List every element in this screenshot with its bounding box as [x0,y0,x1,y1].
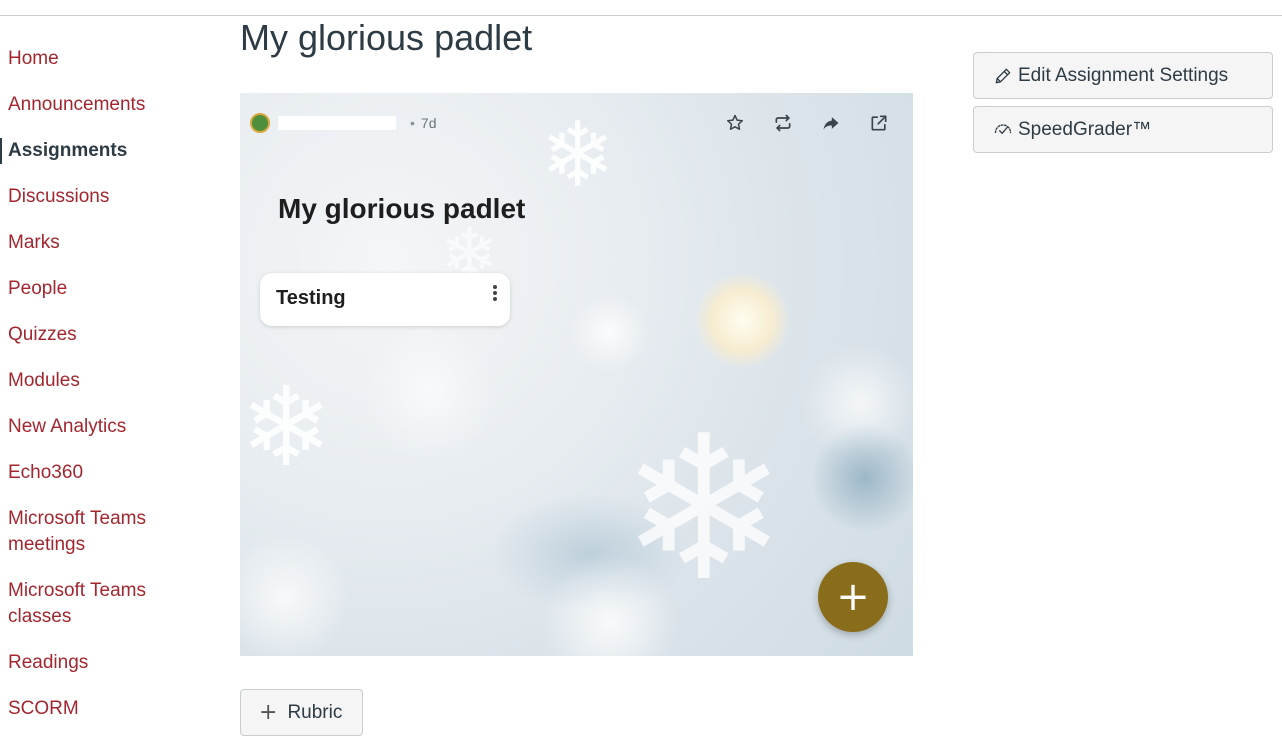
open-external-icon[interactable] [865,111,893,135]
nav-teams-classes[interactable]: Microsoft Teams classes [0,578,200,630]
bokeh-light [570,293,650,373]
edit-assignment-settings-label: Edit Assignment Settings [1018,64,1229,86]
post-age: 7d [420,115,437,131]
redacted-author-name [278,116,396,130]
nav-new-analytics[interactable]: New Analytics [0,414,200,440]
padlet-title: My glorious padlet [278,193,526,224]
padlet-actions [721,111,893,135]
nav-scorm[interactable]: SCORM [0,696,200,722]
padlet-embed: ❄ ❄ ❄ ❄ • 7d My glorious padlet Testing … [240,93,913,656]
nav-modules[interactable]: Modules [0,368,200,394]
add-post-button[interactable]: + [818,562,888,632]
speedgrader-icon [992,120,1014,140]
nav-announcements[interactable]: Announcements [0,92,200,118]
more-options-icon[interactable] [488,283,502,303]
edit-assignment-settings-button[interactable]: Edit Assignment Settings [973,52,1273,99]
author-avatar [250,113,270,133]
course-navigation: Home Announcements Assignments Discussio… [0,46,200,722]
snowflake-decoration: ❄ [540,103,616,208]
nav-assignments[interactable]: Assignments [0,138,200,164]
pencil-icon [992,66,1014,86]
post-author-row: • 7d [250,111,436,135]
nav-discussions[interactable]: Discussions [0,184,200,210]
bokeh-light [360,323,500,463]
add-rubric-button[interactable]: + Rubric [240,689,363,736]
nav-echo360[interactable]: Echo360 [0,460,200,486]
nav-people[interactable]: People [0,276,200,302]
share-icon[interactable] [817,111,845,135]
nav-home[interactable]: Home [0,46,200,72]
post-card[interactable]: Testing [260,273,510,326]
top-divider [0,15,1282,16]
nav-teams-meetings[interactable]: Microsoft Teams meetings [0,506,200,558]
bokeh-light [240,533,350,656]
nav-quizzes[interactable]: Quizzes [0,322,200,348]
nav-marks[interactable]: Marks [0,230,200,256]
snowflake-decoration: ❄ [240,363,333,491]
separator-dot: • [410,115,415,131]
snowflake-decoration: ❄ [620,393,788,626]
rubric-label: Rubric [287,701,343,723]
plus-icon: + [259,700,278,725]
speedgrader-label: SpeedGrader™ [1018,118,1152,140]
bokeh-light [695,273,790,368]
star-icon[interactable] [721,111,749,135]
bokeh-shadow [810,423,913,533]
speedgrader-button[interactable]: SpeedGrader™ [973,106,1273,153]
remake-icon[interactable] [769,111,797,135]
page-title: My glorious padlet [240,17,533,58]
nav-readings[interactable]: Readings [0,650,200,676]
post-card-title: Testing [276,287,346,309]
plus-icon: + [836,574,870,620]
